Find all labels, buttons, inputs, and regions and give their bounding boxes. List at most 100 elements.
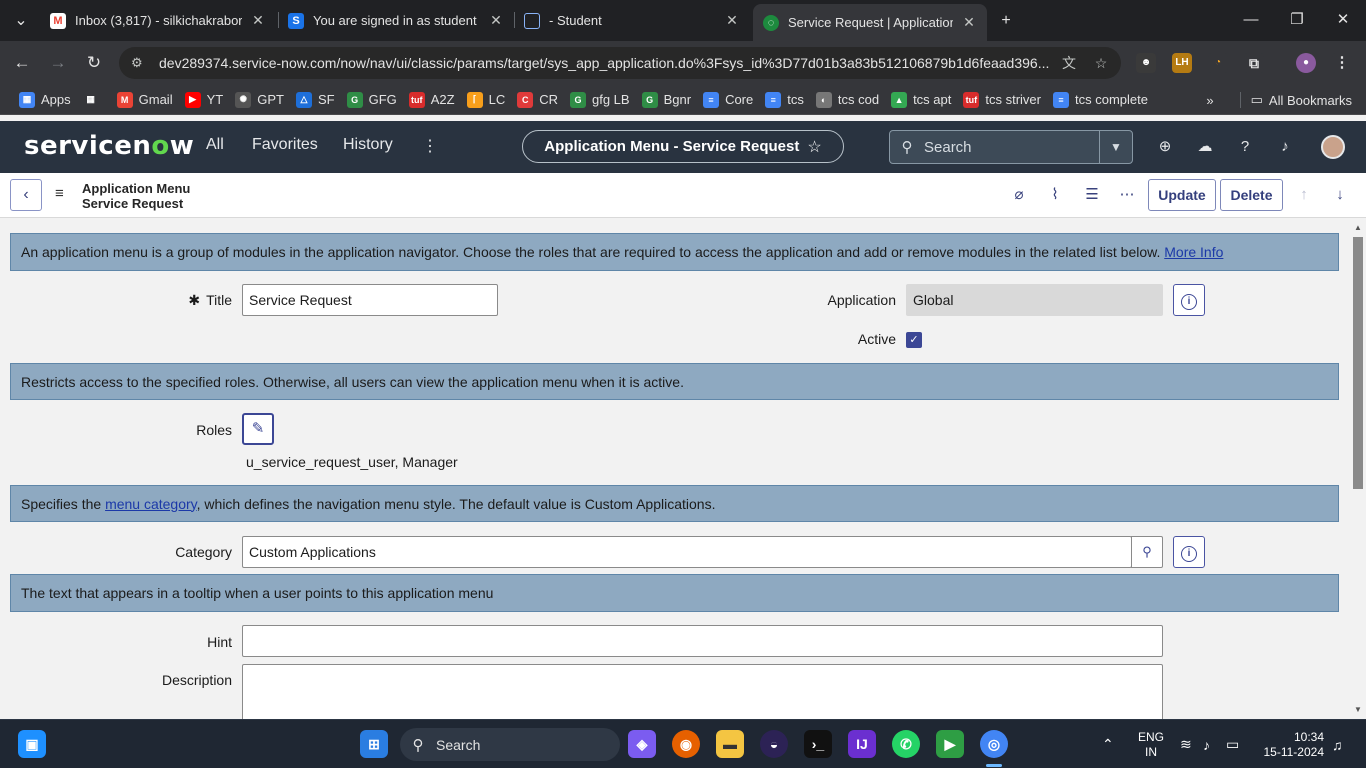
chat-icon[interactable]: ☁ bbox=[1194, 136, 1216, 158]
close-icon[interactable]: ✕ bbox=[250, 12, 266, 29]
new-tab-button[interactable]: + bbox=[993, 8, 1019, 34]
chrome-icon[interactable]: ◎ bbox=[980, 730, 1008, 758]
close-icon[interactable]: ✕ bbox=[488, 12, 504, 29]
bookmark-item[interactable]: ◐ tcs cod bbox=[815, 91, 879, 108]
intellij-icon[interactable]: IJ bbox=[848, 730, 876, 758]
nav-favorites[interactable]: Favorites bbox=[252, 136, 318, 154]
start-windows-icon[interactable]: ⊞ bbox=[360, 730, 388, 758]
bookmark-star-icon[interactable]: ☆ bbox=[1089, 51, 1113, 75]
tab-gmail[interactable]: M Inbox (3,817) - silkichakraborty2 ✕ bbox=[40, 6, 276, 35]
language-indicator[interactable]: ENG IN bbox=[1138, 720, 1164, 768]
edit-roles-pencil-icon[interactable]: ✎ bbox=[242, 413, 274, 445]
bookmark-item[interactable]: ⌈ LC bbox=[466, 91, 505, 108]
notifications-icon[interactable]: ♫ bbox=[1332, 720, 1343, 768]
battery-icon[interactable]: ▭ bbox=[1226, 720, 1239, 768]
back-arrow-icon[interactable]: ← bbox=[8, 49, 36, 77]
bookmark-item[interactable]: M Gmail bbox=[116, 91, 173, 108]
previous-record-icon[interactable]: ↑ bbox=[1294, 185, 1314, 205]
restore-icon[interactable]: ❐ bbox=[1274, 0, 1320, 40]
tab-student[interactable]: - Student ✕ bbox=[514, 6, 750, 35]
hint-input[interactable] bbox=[242, 625, 1163, 657]
bookmark-item[interactable]: ≡ tcs complete bbox=[1052, 91, 1148, 108]
personalize-icon[interactable]: ☰ bbox=[1082, 185, 1102, 205]
widgets-icon[interactable]: ▣ bbox=[18, 730, 46, 758]
forward-arrow-icon[interactable]: → bbox=[44, 49, 72, 77]
file-explorer-icon[interactable]: ▬ bbox=[716, 730, 744, 758]
category-input[interactable]: Custom Applications bbox=[242, 536, 1132, 568]
notification-bell-icon[interactable]: ♪ bbox=[1274, 136, 1296, 158]
bookmark-item[interactable]: ≡ Core bbox=[703, 91, 753, 108]
chrome-menu-icon[interactable]: ⋮ bbox=[1332, 53, 1352, 73]
taskbar-search[interactable]: ⚲ Search bbox=[400, 728, 620, 761]
eclipse-icon[interactable]: ◒ bbox=[760, 730, 788, 758]
bookmark-item[interactable]: Ggfg LB bbox=[570, 91, 630, 108]
back-button[interactable]: ‹ bbox=[10, 179, 42, 211]
bookmark-item[interactable]: △ SF bbox=[295, 91, 335, 108]
bookmark-item[interactable]: ≡ tcs bbox=[765, 91, 804, 108]
volume-icon[interactable]: ♪ bbox=[1203, 720, 1210, 768]
extension-icon[interactable]: ☻ bbox=[1136, 53, 1156, 73]
terminal-icon[interactable]: ›_ bbox=[804, 730, 832, 758]
attachment-icon[interactable]: ⌀ bbox=[1009, 185, 1029, 205]
bookmark-item[interactable]: ▲ tcs apt bbox=[891, 91, 951, 108]
copilot-icon[interactable]: ◈ bbox=[628, 730, 656, 758]
app-scope-title[interactable]: Application Menu - Service Request ☆ bbox=[522, 130, 844, 163]
help-icon[interactable]: ? bbox=[1234, 136, 1256, 158]
extension-lh-icon[interactable]: LH bbox=[1172, 53, 1192, 73]
bookmark-item[interactable]: tuf A2Z bbox=[408, 91, 455, 108]
tab-search-chevron-icon[interactable]: ⌄ bbox=[8, 8, 34, 34]
close-icon[interactable]: ✕ bbox=[961, 14, 977, 31]
translate-icon[interactable]: 文 bbox=[1057, 51, 1081, 75]
context-menu-icon[interactable]: ≡ bbox=[55, 185, 64, 202]
application-info-button[interactable]: i bbox=[1173, 284, 1205, 316]
meet-icon[interactable]: ▶ bbox=[936, 730, 964, 758]
tab-student-signin[interactable]: S You are signed in as student ✕ bbox=[278, 6, 514, 35]
bookmark-item[interactable]: G GFG bbox=[346, 91, 397, 108]
reload-icon[interactable]: ↻ bbox=[80, 49, 108, 77]
close-icon[interactable]: ✕ bbox=[724, 12, 740, 29]
tab-service-request[interactable]: ◌ Service Request | Application M ✕ bbox=[753, 4, 987, 41]
bookmark-item[interactable]: ▦ bbox=[82, 91, 105, 108]
site-info-icon[interactable]: ⚙ bbox=[131, 55, 147, 71]
servicenow-logo[interactable]: servicenow bbox=[24, 131, 194, 161]
delete-button[interactable]: Delete bbox=[1220, 179, 1283, 211]
minimize-icon[interactable]: — bbox=[1228, 0, 1274, 40]
description-textarea[interactable] bbox=[242, 664, 1163, 719]
title-input[interactable]: Service Request bbox=[242, 284, 498, 316]
scroll-down-icon[interactable]: ▼ bbox=[1350, 705, 1366, 714]
bookmark-item[interactable]: G Bgnr bbox=[641, 91, 691, 108]
search-dropdown-icon[interactable]: ▼ bbox=[1099, 131, 1132, 163]
bookmarks-overflow-icon[interactable]: » bbox=[1206, 93, 1213, 108]
more-options-icon[interactable]: ⋯ bbox=[1117, 185, 1137, 205]
all-bookmarks[interactable]: » ▭ All Bookmarks bbox=[1206, 85, 1352, 115]
vertical-scrollbar[interactable]: ▲ ▼ bbox=[1350, 219, 1366, 719]
global-search[interactable]: ⚲ Search ▼ bbox=[889, 130, 1133, 164]
bookmark-item[interactable]: ▶ YT bbox=[184, 91, 223, 108]
nav-history[interactable]: History bbox=[343, 136, 393, 154]
window-close-icon[interactable]: ✕ bbox=[1320, 0, 1366, 40]
scrollbar-thumb[interactable] bbox=[1353, 237, 1363, 489]
extensions-puzzle-icon[interactable]: ⧉ bbox=[1244, 53, 1264, 73]
search-input[interactable]: Search bbox=[924, 139, 1099, 156]
bookmark-item[interactable]: C CR bbox=[517, 91, 558, 108]
category-info-button[interactable]: i bbox=[1173, 536, 1205, 568]
scroll-up-icon[interactable]: ▲ bbox=[1350, 223, 1366, 232]
active-checkbox[interactable]: ✓ bbox=[906, 332, 922, 348]
update-button[interactable]: Update bbox=[1148, 179, 1216, 211]
favorite-star-icon[interactable]: ☆ bbox=[807, 137, 821, 157]
nav-more-icon[interactable]: ⋮ bbox=[422, 136, 438, 156]
clock[interactable]: 10:34 15-11-2024 bbox=[1258, 720, 1325, 768]
menu-category-link[interactable]: menu category bbox=[105, 496, 197, 512]
profile-avatar-icon[interactable]: ● bbox=[1296, 53, 1316, 73]
globe-icon[interactable]: ⊕ bbox=[1154, 136, 1176, 158]
tray-chevron-icon[interactable]: ⌃ bbox=[1102, 720, 1114, 768]
bookmark-item[interactable]: ▦ Apps bbox=[19, 91, 71, 108]
category-lookup-search-icon[interactable]: ⚲ bbox=[1131, 536, 1163, 568]
extension-loader-icon[interactable]: ◔ bbox=[1208, 53, 1228, 73]
firefox-icon[interactable]: ◉ bbox=[672, 730, 700, 758]
url-text[interactable]: dev289374.service-now.com/now/nav/ui/cla… bbox=[159, 55, 1057, 71]
wifi-icon[interactable]: ≋ bbox=[1180, 720, 1192, 768]
activity-icon[interactable]: ⌇ bbox=[1045, 185, 1065, 205]
bookmark-item[interactable]: ✺ GPT bbox=[235, 91, 284, 108]
nav-all[interactable]: All bbox=[206, 136, 224, 154]
